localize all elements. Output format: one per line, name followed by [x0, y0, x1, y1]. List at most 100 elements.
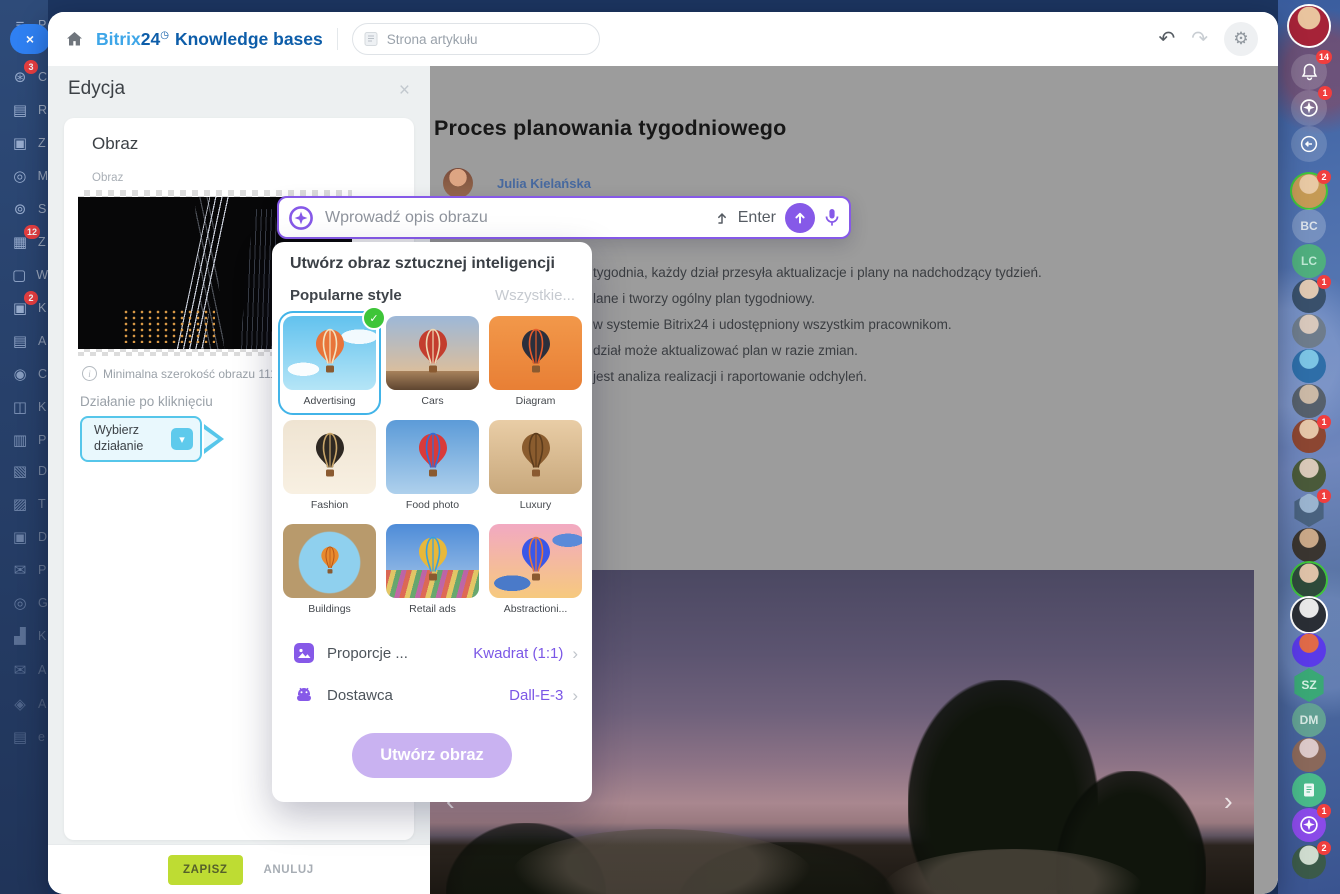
contact-avatar[interactable]: 1 — [1292, 493, 1326, 527]
style-preview-image — [489, 316, 582, 390]
document-avatar[interactable] — [1292, 773, 1326, 807]
sidebar-item-documents[interactable]: ▧D — [0, 458, 48, 484]
contact-avatar[interactable] — [1292, 563, 1326, 597]
sidebar-item-communications[interactable]: ▣K2 — [0, 295, 48, 321]
contact-avatar[interactable] — [1292, 314, 1326, 348]
sidebar-item-automation[interactable]: ▤A — [0, 328, 48, 354]
style-tile-cars[interactable]: Cars — [386, 316, 479, 410]
robot-icon — [294, 685, 314, 705]
sidebar-item-label: K — [38, 629, 46, 643]
sidebar-item-tasks[interactable]: ▣Z — [0, 130, 48, 156]
undo-icon[interactable]: ↶ — [1158, 29, 1175, 49]
sidebar-item-tasks-projects[interactable]: ▦Z12 — [0, 229, 48, 255]
contact-initials[interactable]: LC — [1292, 244, 1326, 278]
option-row-proportions[interactable]: Proporcje ...Kwadrat (1:1)› — [294, 640, 578, 666]
send-button[interactable] — [785, 203, 815, 233]
style-tile-fashion[interactable]: Fashion — [283, 420, 376, 514]
style-tile-retail-ads[interactable]: Retail ads — [386, 524, 479, 618]
contact-avatar[interactable]: 2 — [1292, 845, 1326, 879]
sidebar-item-marketing[interactable]: ◎M — [0, 163, 48, 189]
sidebar-item-inbox[interactable]: ✉A — [0, 657, 48, 683]
automation-icon: ▤ — [6, 334, 34, 349]
sidebar-item-processes[interactable]: ▥P — [0, 427, 48, 453]
create-image-button[interactable]: Utwórz obraz — [352, 733, 512, 778]
style-tile-label: Diagram — [489, 395, 582, 407]
close-panel-pill[interactable]: × — [10, 24, 50, 54]
sidebar-item-groups[interactable]: ◎G — [0, 590, 48, 616]
panel-footer: ZAPISZ ANULUJ — [48, 844, 430, 894]
copilot-bot-avatar[interactable]: 1 — [1292, 808, 1326, 842]
option-value: Kwadrat (1:1) — [473, 645, 563, 662]
copilot-icon — [288, 205, 314, 231]
microphone-icon[interactable] — [824, 208, 840, 227]
sidebar-item-mail[interactable]: ✉P — [0, 557, 48, 583]
sidebar-item-company[interactable]: ◉C — [0, 361, 48, 387]
sidebar-item-label: A — [38, 663, 46, 677]
style-preview-image — [386, 316, 479, 390]
author-link[interactable]: Julia Kielańska — [497, 176, 591, 191]
messenger-button[interactable] — [1291, 126, 1327, 162]
redo-icon[interactable]: ↷ — [1191, 29, 1208, 49]
contact-avatar[interactable] — [1292, 633, 1326, 667]
style-tile-luxury[interactable]: Luxury — [489, 420, 582, 514]
sidebar-item-shop[interactable]: ⊚S — [0, 196, 48, 222]
sidebar-item-crm[interactable]: ▤R — [0, 97, 48, 123]
hot-air-balloon-icon — [416, 433, 450, 484]
ai-prompt-bar[interactable]: Wprowadź opis obrazu Enter — [277, 196, 851, 239]
contact-initials[interactable]: SZ — [1292, 668, 1326, 702]
style-tile-diagram[interactable]: Diagram — [489, 316, 582, 410]
notification-badge: 1 — [1317, 804, 1331, 818]
author-row: Julia Kielańska — [443, 168, 591, 198]
sidebar-item-kanban[interactable]: ◫K — [0, 394, 48, 420]
style-tile-buildings[interactable]: Buildings — [283, 524, 376, 618]
contact-avatar[interactable]: 2 — [1292, 174, 1326, 208]
style-preview-image — [283, 524, 376, 598]
action-select[interactable]: Wybierz działanie ▾ — [80, 416, 202, 462]
sidebar-item-sites[interactable]: ▢W — [0, 262, 48, 288]
copilot-button[interactable]: 1 — [1291, 90, 1327, 126]
contact-avatar-visual — [1292, 563, 1326, 597]
sidebar-item-label: S — [38, 202, 46, 216]
search-input[interactable]: Strona artykułu — [352, 23, 600, 55]
carousel-next-arrow[interactable]: › — [1224, 788, 1233, 814]
notifications-bell[interactable]: 14 — [1291, 54, 1327, 90]
save-button[interactable]: ZAPISZ — [168, 855, 243, 885]
search-placeholder: Strona artykułu — [387, 32, 478, 47]
inbox-icon: ✉ — [6, 663, 34, 678]
contact-avatar[interactable] — [1292, 384, 1326, 418]
contact-avatar[interactable] — [1292, 458, 1326, 492]
sidebar-item-reports[interactable]: ▟K — [0, 623, 48, 649]
contact-avatar-visual — [1292, 349, 1326, 383]
style-tile-food-photo[interactable]: Food photo — [386, 420, 479, 514]
home-icon[interactable] — [66, 31, 83, 47]
left-rail: × ≡P⊛C3▤R▣Z◎M⊚S▦Z12▢W▣K2▤A◉C◫K▥P▧D▨T▣D✉P… — [0, 0, 48, 894]
all-styles-link[interactable]: Wszystkie... — [495, 287, 575, 304]
contact-avatar[interactable] — [1292, 349, 1326, 383]
image-icon — [294, 643, 314, 663]
close-icon[interactable]: × — [399, 80, 410, 102]
style-tile-label: Cars — [386, 395, 479, 407]
profile-avatar[interactable] — [1289, 6, 1329, 46]
contact-avatar[interactable] — [1292, 738, 1326, 772]
sidebar-item-extra[interactable]: ▤e — [0, 724, 48, 750]
contact-avatar[interactable]: 1 — [1292, 419, 1326, 453]
sidebar-item-team[interactable]: ▨T — [0, 491, 48, 517]
style-tile-advertising[interactable]: ✓Advertising — [283, 316, 376, 410]
contact-avatar[interactable] — [1292, 598, 1326, 632]
contact-initials[interactable]: DM — [1292, 703, 1326, 737]
contact-initials[interactable]: BC — [1292, 209, 1326, 243]
contact-avatar[interactable] — [1292, 528, 1326, 562]
contact-avatar-visual — [1292, 598, 1326, 632]
cancel-button[interactable]: ANULUJ — [258, 863, 320, 877]
ai-image-popup: Utwórz obraz sztucznej inteligencji Popu… — [272, 242, 592, 802]
info-icon: i — [82, 366, 97, 381]
contact-avatar[interactable]: 1 — [1292, 279, 1326, 313]
kanban-icon: ◫ — [6, 400, 34, 415]
sidebar-item-feed[interactable]: ⊛C3 — [0, 64, 48, 90]
sidebar-item-drive[interactable]: ▣D — [0, 524, 48, 550]
option-row-provider[interactable]: DostawcaDall-E-3› — [294, 682, 578, 708]
style-tile-abstractioni[interactable]: Abstractioni... — [489, 524, 582, 618]
sidebar-item-apps[interactable]: ◈A — [0, 691, 48, 717]
settings-button[interactable]: ⚙ — [1224, 22, 1258, 56]
page-icon — [363, 31, 379, 47]
